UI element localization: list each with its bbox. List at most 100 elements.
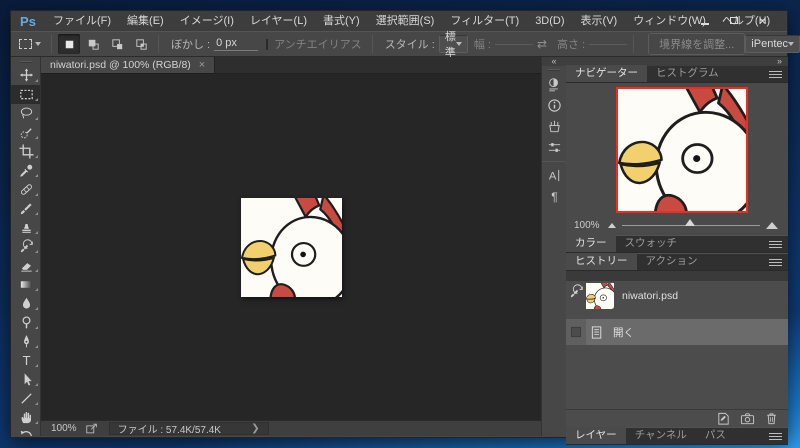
menu-3D(D)[interactable]: 3D(D): [527, 11, 572, 31]
menu-編集(E)[interactable]: 編集(E): [119, 11, 172, 31]
width-input[interactable]: [495, 43, 533, 45]
move-tool[interactable]: [11, 66, 41, 85]
rotate-view-tool[interactable]: [11, 427, 41, 436]
panel-tab-パス[interactable]: パス: [696, 427, 735, 444]
hand-tool[interactable]: [11, 408, 41, 427]
history-snapshot-row[interactable]: niwatori.psd: [566, 281, 788, 311]
tool-flyout-icon: [35, 250, 38, 253]
menu-ファイル(F)[interactable]: ファイル(F): [45, 11, 119, 31]
quick-selection-tool[interactable]: [11, 123, 41, 142]
tool-flyout-icon: [35, 326, 38, 329]
crop-tool[interactable]: [11, 142, 41, 161]
history-brush-tool[interactable]: [11, 237, 41, 256]
panel-tab-ヒストリー[interactable]: ヒストリー: [566, 253, 637, 270]
eraser-tool[interactable]: [11, 256, 41, 275]
zoom-in-icon[interactable]: [766, 222, 778, 229]
style-dropdown[interactable]: 標準: [439, 35, 468, 53]
lasso-tool[interactable]: [11, 104, 41, 123]
history-panel: niwatori.psd 開く: [566, 281, 788, 409]
navigator-preview[interactable]: [616, 87, 748, 213]
panel-tab-レイヤー[interactable]: レイヤー: [566, 427, 626, 444]
history-brush-source-icon[interactable]: [566, 281, 586, 301]
file-size-readout[interactable]: ファイル : 57.4K/57.4K ❯: [109, 422, 269, 435]
style-label: スタイル :: [385, 36, 435, 52]
rectangular-marquee-tool[interactable]: [11, 85, 41, 104]
panel-tab-ナビゲーター[interactable]: ナビゲーター: [566, 65, 647, 82]
trash-icon[interactable]: [762, 411, 780, 427]
pen-tool[interactable]: [11, 332, 41, 351]
camera-icon[interactable]: [738, 411, 756, 427]
panel-menu-icon[interactable]: [769, 433, 782, 440]
panel-tab-スウォッチ[interactable]: スウォッチ: [616, 235, 687, 252]
expand-panels-button[interactable]: «: [542, 57, 566, 66]
document-tab[interactable]: niwatori.psd @ 100% (RGB/8) ×: [41, 57, 215, 73]
export-icon[interactable]: [85, 423, 99, 435]
antialias-checkbox[interactable]: [266, 39, 268, 50]
subtract-selection-icon[interactable]: [106, 34, 128, 54]
panel-tab-チャンネル[interactable]: チャンネル: [626, 427, 696, 444]
close-button[interactable]: ×: [752, 13, 773, 28]
adjustments-icon[interactable]: [543, 74, 565, 95]
panel-tab-カラー[interactable]: カラー: [566, 235, 616, 252]
brush-tool[interactable]: [11, 199, 41, 218]
collapse-panels-button[interactable]: »: [777, 57, 782, 65]
zoom-slider-thumb[interactable]: [685, 219, 695, 226]
panel-tab-アクション[interactable]: アクション: [637, 253, 707, 270]
info-icon[interactable]: [543, 95, 565, 116]
swap-dimensions-icon[interactable]: ⇄: [537, 37, 547, 51]
menu-レイヤー(L)[interactable]: レイヤー(L): [242, 11, 315, 31]
intersect-selection-icon[interactable]: [130, 34, 152, 54]
chevron-down-icon: [788, 42, 794, 46]
dodge-tool[interactable]: [11, 313, 41, 332]
navigator-zoom-row: 100%: [566, 217, 788, 233]
blur-tool[interactable]: [11, 294, 41, 313]
panel-column: » ナビゲーターヒストグラム 100% カラースウォッチ ヒストリーアクシ: [566, 57, 788, 436]
new-selection-icon[interactable]: [58, 34, 80, 54]
tools-panel-grip[interactable]: [20, 61, 32, 63]
workspace-switcher[interactable]: iPentec: [745, 35, 800, 53]
chicken-artwork: [241, 198, 342, 297]
add-selection-icon[interactable]: [82, 34, 104, 54]
clone-stamp-tool[interactable]: [11, 218, 41, 237]
menu-書式(Y)[interactable]: 書式(Y): [315, 11, 368, 31]
history-state-row[interactable]: 開く: [566, 319, 788, 345]
panel-menu-icon[interactable]: [769, 241, 782, 248]
zoom-slider[interactable]: [622, 225, 760, 226]
chevron-down-icon: [456, 42, 462, 46]
feather-input[interactable]: 0 px: [214, 37, 258, 51]
tab-close-icon[interactable]: ×: [199, 59, 205, 71]
maximize-button[interactable]: [723, 13, 744, 28]
height-label: 高さ :: [557, 36, 585, 52]
panel-menu-icon[interactable]: [769, 259, 782, 266]
document-canvas[interactable]: [241, 198, 342, 297]
eyedropper-tool[interactable]: [11, 161, 41, 180]
zoom-out-icon[interactable]: [608, 223, 616, 228]
new-doc-from-history-icon[interactable]: [714, 411, 732, 427]
menu-表示(V)[interactable]: 表示(V): [573, 11, 626, 31]
minimize-icon: [701, 23, 709, 25]
zoom-level-field[interactable]: 100%: [41, 423, 85, 434]
spot-healing-tool[interactable]: [11, 180, 41, 199]
character-icon[interactable]: A: [543, 165, 565, 186]
gradient-tool[interactable]: [11, 275, 41, 294]
status-chevron-icon[interactable]: ❯: [251, 423, 259, 434]
menu-イメージ(I)[interactable]: イメージ(I): [172, 11, 242, 31]
height-input[interactable]: [589, 43, 627, 45]
panel-menu-icon[interactable]: [769, 71, 782, 78]
menu-選択範囲(S)[interactable]: 選択範囲(S): [368, 11, 443, 31]
menu-bar: ファイル(F)編集(E)イメージ(I)レイヤー(L)書式(Y)選択範囲(S)フィ…: [45, 11, 778, 31]
paragraph-icon[interactable]: ¶: [543, 186, 565, 207]
brush-presets-icon[interactable]: [543, 116, 565, 137]
line-tool[interactable]: [11, 389, 41, 408]
minimize-button[interactable]: [694, 13, 715, 28]
navigator-zoom-field[interactable]: 100%: [566, 220, 608, 231]
panel-tab-ヒストグラム[interactable]: ヒストグラム: [647, 65, 728, 82]
dock-grip[interactable]: [548, 69, 560, 71]
refine-edge-button[interactable]: 境界線を調整...: [648, 33, 745, 55]
tool-preset-picker[interactable]: [11, 39, 45, 49]
path-selection-tool[interactable]: [11, 370, 41, 389]
document-tab-bar: niwatori.psd @ 100% (RGB/8) ×: [41, 57, 541, 74]
history-source-checkbox[interactable]: [571, 327, 581, 337]
type-tool[interactable]: T: [11, 351, 41, 370]
tool-presets-icon[interactable]: [543, 137, 565, 158]
